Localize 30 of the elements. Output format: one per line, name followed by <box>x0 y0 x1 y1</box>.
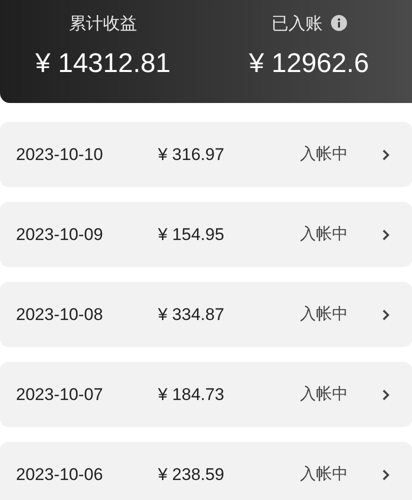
summary-label: 累计收益 <box>69 12 137 34</box>
chevron-right-icon <box>382 308 390 320</box>
record-amount: ¥ 316.97 <box>158 144 226 164</box>
record-row[interactable]: 2023-10-07 ¥ 184.73 入帐中 <box>0 362 412 427</box>
record-row[interactable]: 2023-10-09 ¥ 154.95 入帐中 <box>0 202 412 267</box>
record-amount: ¥ 154.95 <box>158 224 226 244</box>
record-date: 2023-10-06 <box>16 464 104 484</box>
info-icon[interactable] <box>330 15 346 31</box>
record-date: 2023-10-07 <box>16 384 104 404</box>
record-date: 2023-10-09 <box>16 224 104 244</box>
record-row[interactable]: 2023-10-06 ¥ 238.59 入帐中 <box>0 442 412 500</box>
chevron-right-icon <box>382 388 390 400</box>
record-amount: ¥ 238.59 <box>158 464 226 484</box>
record-date: 2023-10-08 <box>16 304 104 324</box>
chevron-right-icon <box>382 228 390 240</box>
record-amount: ¥ 184.73 <box>158 384 226 404</box>
record-status: 入帐中 <box>300 224 349 245</box>
record-status: 入帐中 <box>300 384 349 405</box>
record-amount: ¥ 334.87 <box>158 304 226 324</box>
record-status: 入帐中 <box>300 144 349 165</box>
record-row[interactable]: 2023-10-08 ¥ 334.87 入帐中 <box>0 282 412 347</box>
record-date: 2023-10-10 <box>16 144 104 164</box>
chevron-right-icon <box>382 468 390 480</box>
summary-amount: ¥ 12962.6 <box>248 48 370 79</box>
chevron-right-icon <box>382 148 390 160</box>
record-row[interactable]: 2023-10-10 ¥ 316.97 入帐中 <box>0 122 412 187</box>
record-status: 入帐中 <box>300 304 349 325</box>
record-status: 入帐中 <box>300 464 349 485</box>
summary-amount: ¥ 14312.81 <box>35 48 171 79</box>
summary-label: 已入账 <box>272 12 322 34</box>
